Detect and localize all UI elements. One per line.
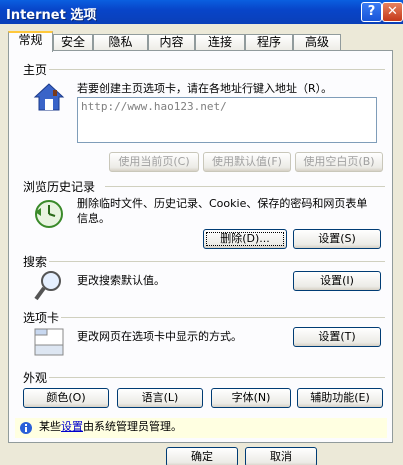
languages-button[interactable]: 语言(L) bbox=[117, 388, 203, 408]
tab-content[interactable]: 内容 bbox=[148, 34, 195, 51]
use-current-button[interactable]: 使用当前页(C) bbox=[109, 152, 199, 172]
tab-security[interactable]: 安全 bbox=[53, 34, 93, 51]
history-settings-button[interactable]: 设置(S) bbox=[293, 229, 381, 249]
window-title: Internet 选项 bbox=[6, 8, 97, 23]
tabs-description: 更改网页在选项卡中显示的方式。 bbox=[77, 330, 242, 343]
homepage-description: 若要创建主页选项卡，请在各地址行键入地址（R）。 bbox=[77, 82, 333, 95]
search-description: 更改搜索默认值。 bbox=[77, 274, 165, 287]
history-description: 删除临时文件、历史记录、Cookie、保存的密码和网页表单信息。 bbox=[77, 197, 368, 225]
use-default-button[interactable]: 使用默认值(F) bbox=[203, 152, 291, 172]
magnifier-icon bbox=[34, 271, 61, 301]
divider bbox=[49, 377, 385, 378]
tab-general[interactable]: 常规 bbox=[8, 31, 53, 52]
tab-advanced[interactable]: 高级 bbox=[293, 34, 341, 51]
info-icon bbox=[20, 422, 32, 434]
tabs-settings-button[interactable]: 设置(T) bbox=[293, 327, 381, 347]
divider bbox=[49, 261, 385, 262]
divider bbox=[61, 317, 385, 318]
homepage-title: 主页 bbox=[23, 63, 48, 77]
general-panel: 主页 若要创建主页选项卡，请在各地址行键入地址（R）。 http://www.h… bbox=[8, 50, 393, 443]
divider bbox=[49, 69, 385, 70]
history-title: 浏览历史记录 bbox=[23, 180, 96, 194]
tab-programs[interactable]: 程序 bbox=[245, 34, 293, 51]
tabs-title: 选项卡 bbox=[23, 311, 60, 325]
ok-button[interactable]: 确定 bbox=[166, 447, 238, 465]
delete-history-button[interactable]: 删除(D)... bbox=[203, 229, 287, 249]
house-icon bbox=[33, 83, 65, 111]
tab-privacy[interactable]: 隐私 bbox=[93, 34, 148, 51]
tab-connections[interactable]: 连接 bbox=[195, 34, 245, 51]
title-bar: Internet 选项 ? ✕ bbox=[0, 0, 403, 24]
infobar-text-before: 某些 bbox=[39, 420, 61, 433]
use-blank-button[interactable]: 使用空白页(B) bbox=[295, 152, 383, 172]
tabs-icon bbox=[34, 328, 64, 356]
close-button[interactable]: ✕ bbox=[382, 2, 403, 22]
history-clock-icon bbox=[35, 200, 63, 228]
cancel-button[interactable]: 取消 bbox=[245, 447, 317, 465]
search-title: 搜索 bbox=[23, 255, 48, 269]
infobar-settings-link[interactable]: 设置 bbox=[61, 420, 83, 433]
homepage-address-field[interactable]: http://www.hao123.net/ bbox=[77, 97, 377, 143]
help-button[interactable]: ? bbox=[361, 2, 382, 22]
fonts-button[interactable]: 字体(N) bbox=[211, 388, 291, 408]
accessibility-button[interactable]: 辅助功能(E) bbox=[297, 388, 383, 408]
search-settings-button[interactable]: 设置(I) bbox=[293, 271, 381, 291]
divider bbox=[105, 186, 385, 187]
colors-button[interactable]: 颜色(O) bbox=[23, 388, 109, 408]
managed-settings-bar: 某些设置由系统管理员管理。 bbox=[15, 418, 387, 438]
appearance-title: 外观 bbox=[23, 371, 48, 385]
infobar-text-after: 由系统管理员管理。 bbox=[83, 420, 182, 433]
